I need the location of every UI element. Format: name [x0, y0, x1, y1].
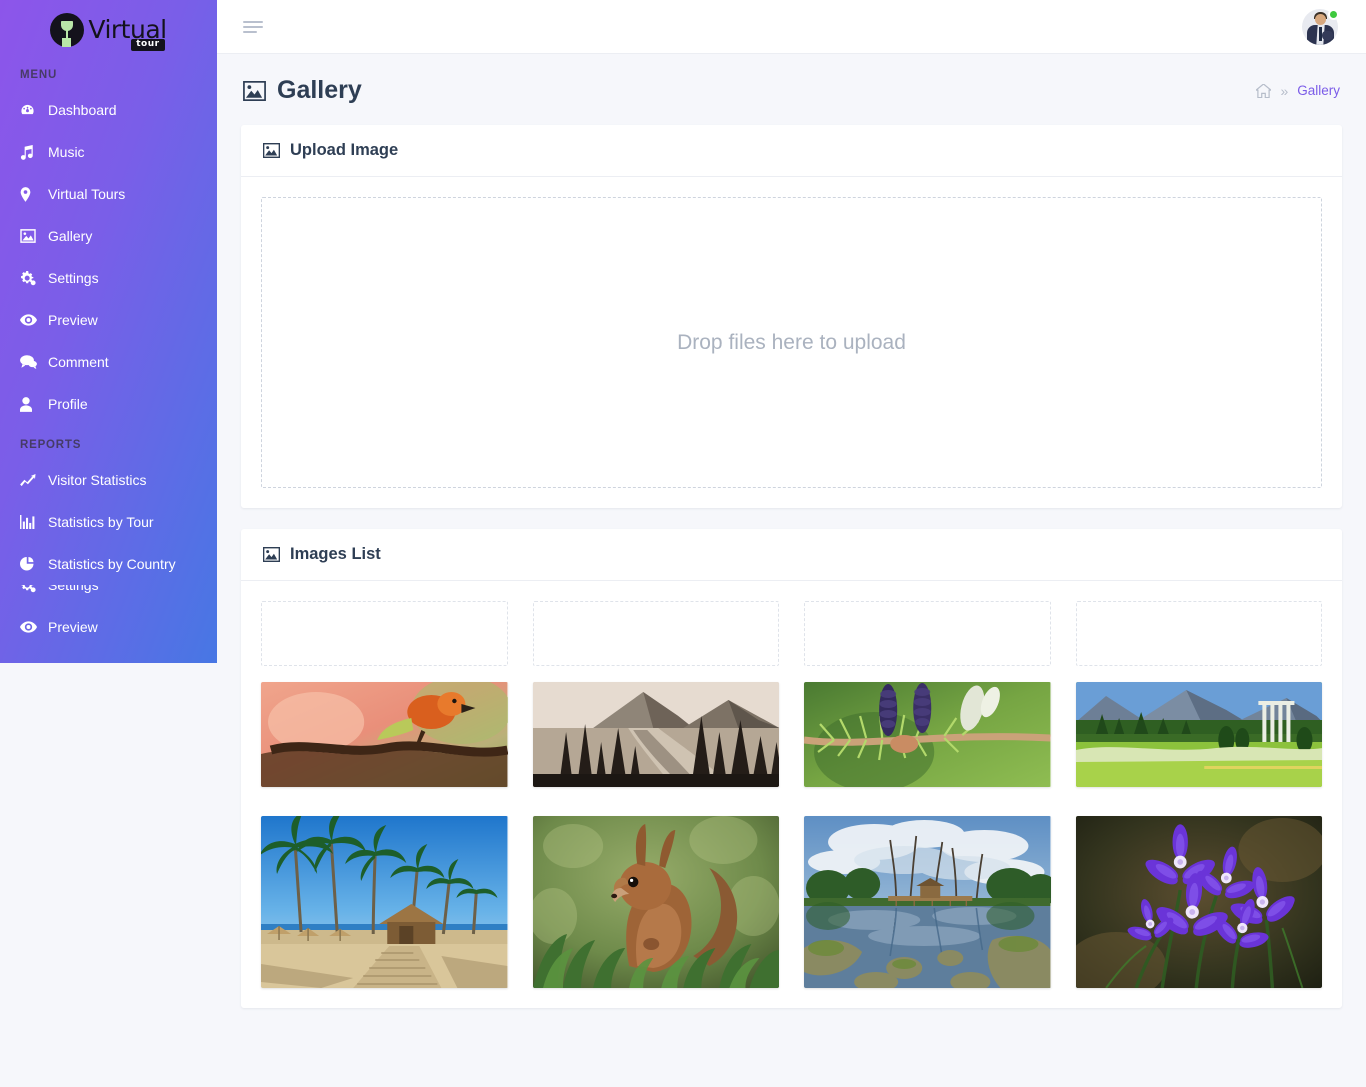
music-note-icon	[20, 144, 48, 160]
sidebar-item-settings[interactable]: Settings	[0, 257, 217, 299]
image-icon	[20, 229, 48, 243]
sidebar-item-visitor-statistics[interactable]: Visitor Statistics	[0, 459, 217, 501]
sidebar-section-reports: REPORTS	[20, 439, 82, 451]
sidebar-item-gallery[interactable]: Gallery	[0, 215, 217, 257]
sidebar-item-label: Visitor Statistics	[48, 472, 147, 488]
sidebar-item-comment[interactable]: Comment	[0, 341, 217, 383]
sidebar-item-label: Settings	[48, 585, 99, 593]
garden-lawn-mountains	[1075, 682, 1322, 787]
sidebar-item-profile[interactable]: Profile	[0, 383, 217, 425]
main-area: Gallery » Gallery Upload Image Drop file…	[217, 0, 1366, 1087]
spruce-cones-branch	[804, 682, 1051, 787]
sidebar-item-label: Settings	[48, 270, 99, 286]
image-icon	[263, 547, 280, 562]
upload-image-card: Upload Image Drop files here to upload	[241, 125, 1342, 508]
images-list-card: Images List	[241, 529, 1342, 1008]
cogs-icon	[20, 270, 48, 286]
list-item[interactable]	[532, 682, 779, 787]
page-title: Gallery	[243, 76, 362, 105]
wine-glass-icon	[50, 12, 85, 47]
sidebar: Virtual tour MENU Dashboard Music Virtua…	[0, 0, 217, 663]
sidebar-item-music[interactable]: Music	[0, 131, 217, 173]
image-placeholder[interactable]	[804, 601, 1051, 666]
cogs-icon	[20, 585, 48, 593]
image-placeholder-row	[261, 601, 1322, 674]
purple-hepatica-flowers	[1075, 816, 1322, 988]
sidebar-section-menu: MENU	[20, 69, 58, 81]
upload-card-header: Upload Image	[241, 125, 1342, 177]
brand-subtitle: tour	[131, 39, 165, 51]
palm-beach-boardwalk	[261, 816, 508, 988]
breadcrumb-separator: »	[1280, 82, 1289, 99]
dashboard-icon	[20, 103, 48, 118]
mountain-road-trees	[532, 682, 779, 787]
list-item[interactable]	[1075, 816, 1322, 988]
sidebar-item-label: Virtual Tours	[48, 186, 126, 202]
sidebar-item-label: Statistics by Tour	[48, 514, 154, 530]
image-placeholder[interactable]	[532, 601, 779, 666]
sidebar-item-label: Profile	[48, 396, 88, 412]
dropzone-label: Drop files here to upload	[677, 330, 906, 354]
upload-card-title: Upload Image	[290, 141, 399, 159]
robin-bird-on-branch	[261, 682, 508, 787]
sidebar-item-label: Music	[48, 144, 85, 160]
sidebar-item-label: Statistics by Country	[48, 556, 176, 572]
sidebar-item-label: Comment	[48, 354, 109, 370]
sidebar-item-label: Preview	[48, 619, 98, 635]
image-placeholder[interactable]	[261, 601, 508, 666]
image-icon	[243, 80, 266, 101]
page-title-text: Gallery	[277, 76, 362, 104]
image-grid	[261, 674, 1322, 988]
list-item[interactable]	[804, 816, 1051, 988]
sidebar-item-dashboard[interactable]: Dashboard	[0, 89, 217, 131]
list-item[interactable]	[532, 816, 779, 988]
pond-reflection-park	[804, 816, 1051, 988]
images-card-title: Images List	[290, 545, 381, 563]
images-card-header: Images List	[241, 529, 1342, 581]
top-navbar	[217, 0, 1366, 54]
sidebar-item-preview[interactable]: Preview	[0, 299, 217, 341]
sidebar-clipped-items: Settings Preview	[0, 585, 217, 663]
breadcrumb: » Gallery	[1256, 83, 1340, 99]
list-item[interactable]	[261, 816, 508, 988]
page-header: Gallery » Gallery	[241, 54, 1342, 125]
avatar[interactable]	[1302, 8, 1339, 45]
sidebar-item-label: Dashboard	[48, 102, 117, 118]
eye-icon	[20, 314, 48, 326]
image-placeholder[interactable]	[1075, 601, 1322, 666]
comment-icon	[20, 355, 48, 369]
user-icon	[20, 396, 48, 412]
eye-icon	[20, 621, 48, 633]
breadcrumb-current[interactable]: Gallery	[1297, 83, 1340, 98]
sidebar-item-settings-clipped[interactable]: Settings	[0, 585, 217, 606]
brand-logo[interactable]: Virtual tour	[0, 0, 217, 55]
home-icon[interactable]	[1256, 83, 1272, 98]
sidebar-item-label: Preview	[48, 312, 98, 328]
image-icon	[263, 143, 280, 158]
pie-chart-icon	[20, 556, 48, 572]
status-badge	[1328, 8, 1339, 20]
sidebar-item-label: Gallery	[48, 228, 93, 244]
list-item[interactable]	[1075, 682, 1322, 787]
bar-chart-icon	[20, 515, 48, 529]
list-item[interactable]	[804, 682, 1051, 787]
sidebar-item-preview-clipped[interactable]: Preview	[0, 606, 217, 648]
sidebar-item-statistics-by-country[interactable]: Statistics by Country	[0, 543, 217, 585]
page-content: Gallery » Gallery Upload Image Drop file…	[217, 54, 1366, 1008]
map-marker-icon	[20, 186, 48, 202]
red-squirrel-grass	[532, 816, 779, 988]
hamburger-icon[interactable]	[243, 20, 263, 33]
line-chart-icon	[20, 473, 48, 487]
list-item[interactable]	[261, 682, 508, 787]
sidebar-item-statistics-by-tour[interactable]: Statistics by Tour	[0, 501, 217, 543]
file-dropzone[interactable]: Drop files here to upload	[261, 197, 1322, 488]
sidebar-item-virtual-tours[interactable]: Virtual Tours	[0, 173, 217, 215]
